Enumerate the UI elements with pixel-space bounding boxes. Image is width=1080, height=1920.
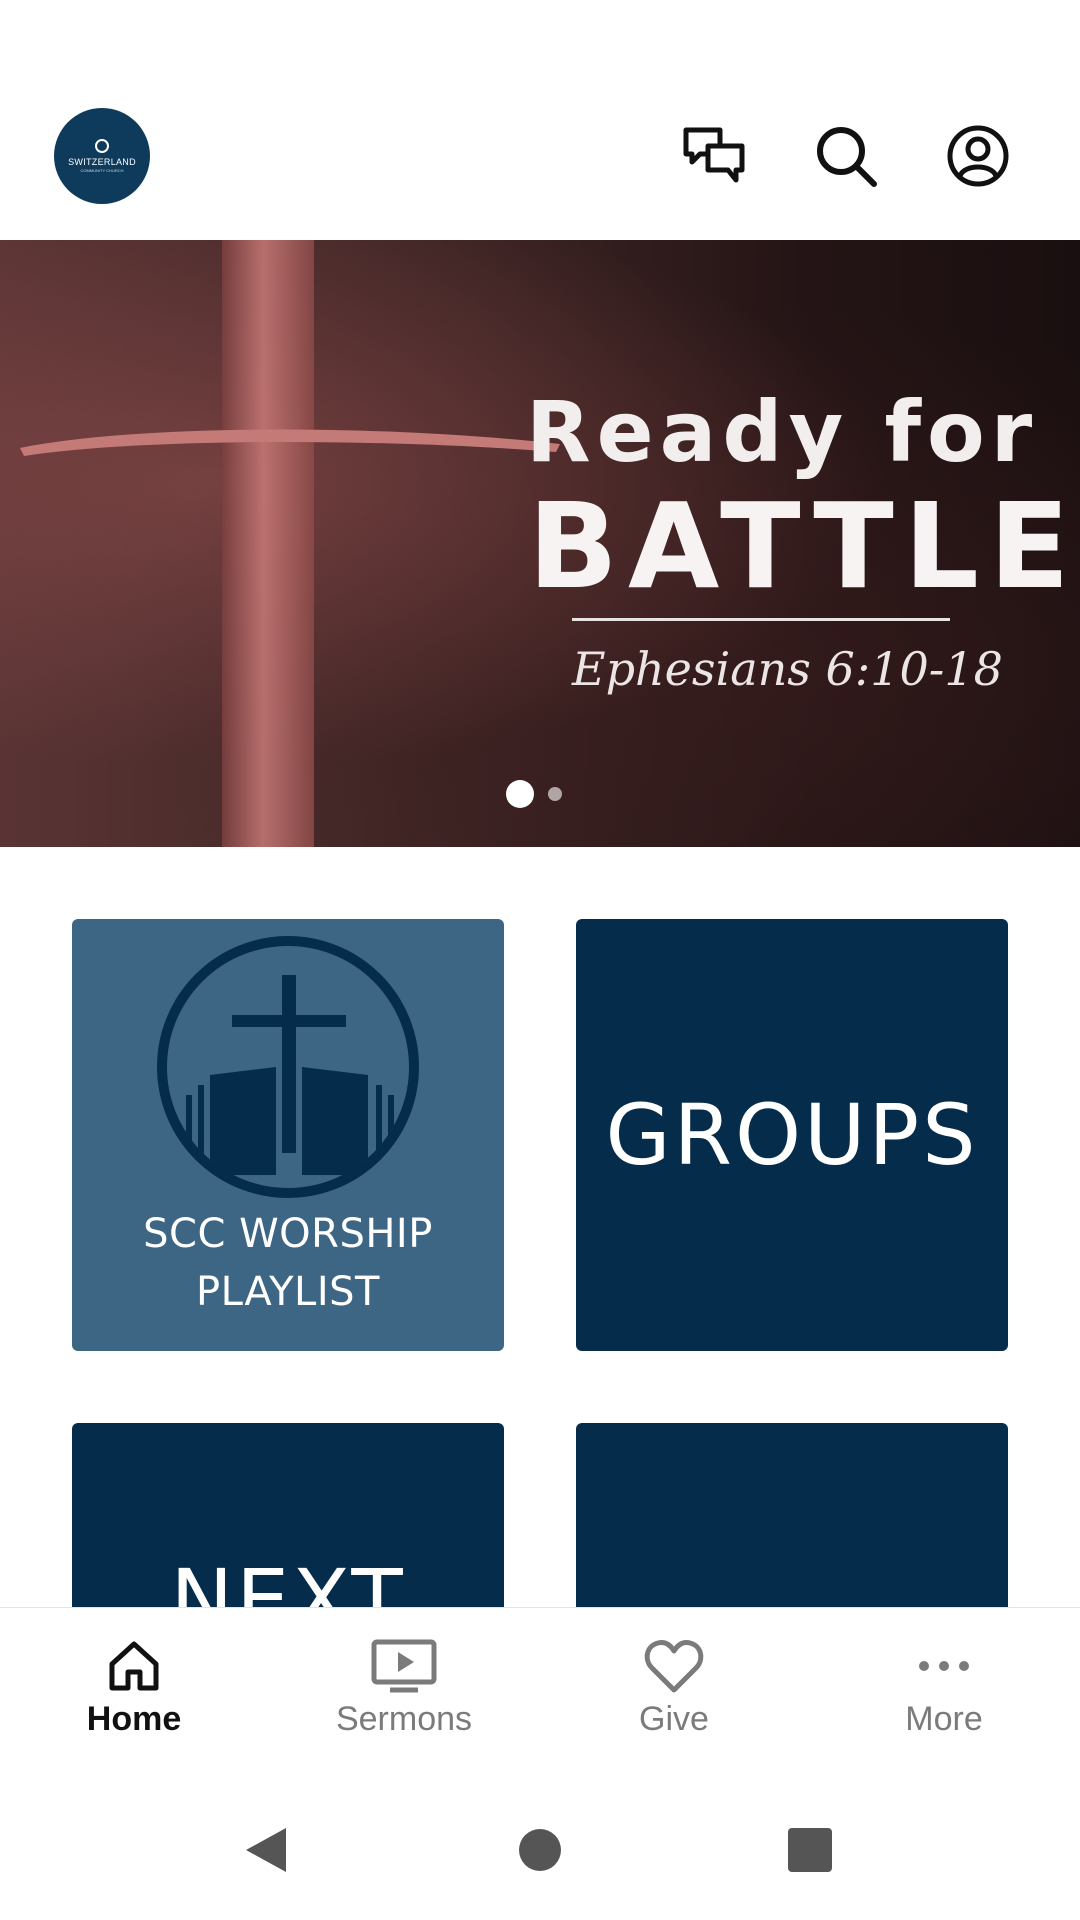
sermon-banner[interactable]: Ready for BATTLE Ephesians 6:10-18 [0,240,1080,847]
tile-label: SCC WORSHIP PLAYLIST [143,1205,433,1321]
tile-label-line1: SCC WORSHIP [143,1211,433,1257]
banner-subtitle: Ephesians 6:10-18 [572,642,1003,696]
chat-icon[interactable] [680,122,748,190]
logo-mark-icon [95,139,109,153]
home-circle-icon[interactable] [510,1820,570,1880]
cross-bible-icon [157,936,419,1198]
logo-text: SWITZERLAND [68,157,136,167]
banner-title-line1: Ready for [526,383,1039,481]
nav-more[interactable]: More [844,1638,1044,1739]
carousel-dot-active[interactable] [506,780,534,808]
home-icon [109,1641,159,1691]
tv-play-icon [371,1639,437,1693]
bottom-navigation: Home Sermons Give More [0,1607,1080,1780]
carousel-indicator [506,780,562,808]
tile-label: GROUPS [605,1086,979,1184]
nav-label: More [905,1700,983,1738]
carousel-dot[interactable] [548,787,562,801]
app-header: SWITZERLAND COMMUNITY CHURCH [0,0,1080,240]
nav-home[interactable]: Home [34,1638,234,1739]
groups-tile[interactable]: GROUPS [576,919,1008,1351]
church-logo[interactable]: SWITZERLAND COMMUNITY CHURCH [54,108,150,204]
more-dots-icon [919,1661,969,1671]
nav-sermons[interactable]: Sermons [304,1638,504,1739]
pickaxe-handle-graphic [222,240,314,847]
heart-icon [644,1640,704,1693]
search-icon[interactable] [812,122,880,190]
pickaxe-head-graphic [20,429,560,456]
tile-label-line2: PLAYLIST [196,1269,380,1315]
nav-label: Give [639,1700,709,1738]
system-navigation-bar [0,1780,1080,1920]
back-icon[interactable] [236,1820,296,1880]
nav-label: Home [86,1700,182,1738]
nav-label: Sermons [335,1700,473,1738]
banner-title-line2: BATTLE [528,477,1080,615]
recents-icon[interactable] [780,1820,840,1880]
worship-playlist-tile[interactable]: SCC WORSHIP PLAYLIST [72,919,504,1351]
logo-subtext: COMMUNITY CHURCH [80,168,124,173]
banner-divider [572,618,950,621]
account-icon[interactable] [944,122,1012,190]
nav-give[interactable]: Give [574,1638,774,1739]
